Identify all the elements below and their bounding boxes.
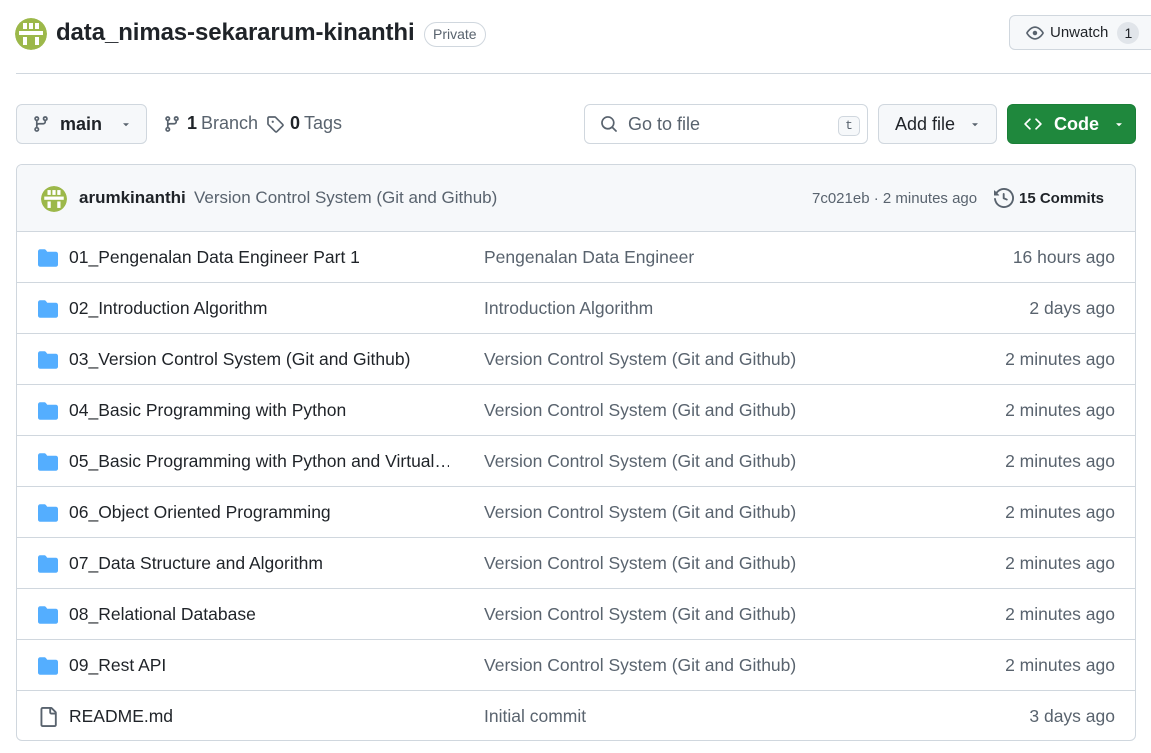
file-name-link[interactable]: 04_Basic Programming with Python [69,400,346,421]
file-name-link[interactable]: README.md [69,706,173,727]
file-icon [40,707,57,727]
file-name-link[interactable]: 03_Version Control System (Git and Githu… [69,349,410,370]
file-row: 01_Pengenalan Data Engineer Part 1 Penge… [17,232,1135,283]
tags-link[interactable]: 0 Tags [266,113,342,134]
file-row: README.md Initial commit 3 days ago [17,691,1135,740]
file-row: 05_Basic Programming with Python and Vir… [17,436,1135,487]
search-icon [601,116,617,132]
branch-name: main [60,113,103,134]
code-button[interactable]: Code [1007,104,1136,144]
git-branch-icon [34,116,48,132]
file-commit-age: 3 days ago [1029,706,1115,726]
latest-commit-bar: arumkinanthi Version Control System (Git… [17,165,1135,232]
file-name-link[interactable]: 07_Data Structure and Algorithm [69,553,323,574]
search-shortcut-key: t [838,116,860,136]
folder-icon [38,453,58,471]
file-commit-message-link[interactable]: Version Control System (Git and Github) [484,400,796,421]
watch-counter: 1 [1117,21,1140,44]
add-file-label: Add file [895,113,956,134]
repo-header: data_nimas-sekararum-kinanthi Private Un… [0,0,1151,74]
add-file-button[interactable]: Add file [878,104,997,144]
commit-author-avatar[interactable] [41,186,67,212]
go-to-file-search[interactable]: t [584,104,868,144]
file-commit-age: 2 minutes ago [1005,604,1115,624]
commit-message[interactable]: Version Control System (Git and Github) [194,188,497,208]
file-commit-message-link[interactable]: Initial commit [484,706,586,727]
commits-count-label: 15 Commits [1019,189,1105,207]
triangle-down-icon [972,123,978,127]
file-commit-age: 2 minutes ago [1005,502,1115,522]
folder-icon [38,300,58,318]
repo-title[interactable]: data_nimas-sekararum-kinanthi [56,19,415,47]
folder-icon [38,606,58,624]
file-name-link[interactable]: 02_Introduction Algorithm [69,298,267,319]
commit-meta[interactable]: 7c021eb · 2 minutes ago [812,190,977,207]
file-commit-age: 2 minutes ago [1005,451,1115,471]
file-row: 06_Object Oriented Programming Version C… [17,487,1135,538]
file-row: 03_Version Control System (Git and Githu… [17,334,1135,385]
file-name-link[interactable]: 08_Relational Database [69,604,256,625]
folder-icon [38,402,58,420]
branch-label: Branch [201,113,259,133]
unwatch-label: Unwatch [1050,24,1109,41]
file-commit-age: 2 minutes ago [1005,349,1115,369]
file-commit-message-link[interactable]: Pengenalan Data Engineer [484,247,694,268]
tag-label: Tags [304,113,343,133]
visibility-badge: Private [424,22,486,47]
file-commit-message-link[interactable]: Version Control System (Git and Github) [484,553,796,574]
file-commit-message-link[interactable]: Version Control System (Git and Github) [484,349,796,370]
tag-icon [267,115,284,133]
commits-link[interactable]: 15 Commits [994,188,1104,208]
file-commit-age: 2 minutes ago [1005,655,1115,675]
file-commit-message-link[interactable]: Introduction Algorithm [484,298,653,319]
file-commit-message-link[interactable]: Version Control System (Git and Github) [484,655,796,676]
header-divider [16,73,1151,74]
file-commit-message-link[interactable]: Version Control System (Git and Github) [484,604,796,625]
folder-icon [38,504,58,522]
folder-icon [38,555,58,573]
file-row: 04_Basic Programming with Python Version… [17,385,1135,436]
file-commit-age: 16 hours ago [1012,247,1115,267]
triangle-down-icon [1116,123,1122,127]
go-to-file-input[interactable] [628,113,818,135]
folder-icon [38,351,58,369]
branch-select-button[interactable]: main [16,104,147,144]
eye-icon [1026,25,1044,40]
code-icon [1024,118,1042,130]
file-row: 02_Introduction Algorithm Introduction A… [17,283,1135,334]
file-name-link[interactable]: 01_Pengenalan Data Engineer Part 1 [69,247,360,268]
repo-owner-avatar[interactable] [15,18,47,50]
file-commit-age: 2 minutes ago [1005,400,1115,420]
file-row: 07_Data Structure and Algorithm Version … [17,538,1135,589]
file-commit-age: 2 minutes ago [1005,553,1115,573]
file-commit-age: 2 days ago [1029,298,1115,318]
commit-author[interactable]: arumkinanthi [79,188,186,208]
file-row: 09_Rest API Version Control System (Git … [17,640,1135,691]
file-name-link[interactable]: 05_Basic Programming with Python and Vir… [69,451,449,472]
file-name-link[interactable]: 09_Rest API [69,655,166,676]
file-name-link[interactable]: 06_Object Oriented Programming [69,502,331,523]
branch-count: 1 [187,113,198,133]
git-branch-icon [165,115,179,132]
file-row: 08_Relational Database Version Control S… [17,589,1135,640]
unwatch-button[interactable]: Unwatch 1 [1009,15,1151,50]
file-table: arumkinanthi Version Control System (Git… [16,164,1136,741]
tag-count: 0 [290,113,301,133]
file-commit-message-link[interactable]: Version Control System (Git and Github) [484,502,796,523]
history-icon [994,188,1014,208]
folder-icon [38,249,58,267]
file-commit-message-link[interactable]: Version Control System (Git and Github) [484,451,796,472]
code-label: Code [1054,113,1099,134]
triangle-down-icon [123,123,129,127]
branches-link[interactable]: 1 Branch [163,113,258,134]
file-list: 01_Pengenalan Data Engineer Part 1 Penge… [17,232,1135,740]
folder-icon [38,657,58,675]
